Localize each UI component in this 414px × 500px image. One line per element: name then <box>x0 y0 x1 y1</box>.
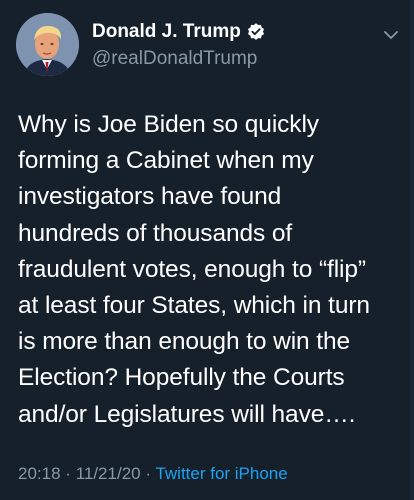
tweet-date: 11/21/20 <box>75 464 141 483</box>
author-name-text: Donald J. Trump <box>92 21 241 42</box>
verified-badge-icon <box>246 22 266 42</box>
tweet-source-link[interactable]: Twitter for iPhone <box>155 464 287 483</box>
tweet-text-line: and/or Legislatures will have…. <box>18 400 356 428</box>
author-handle[interactable]: @realDonaldTrump <box>92 48 257 70</box>
tweet-text-line: forming a Cabinet when my <box>18 147 314 175</box>
profile-photo-icon <box>16 13 79 76</box>
tweet-text-line: at least four States, which in turn <box>18 292 370 320</box>
tweet-text-line: Election? Hopefully the Courts <box>18 364 345 392</box>
scrollbar-track <box>410 0 414 500</box>
tweet-time: 20:18 <box>18 464 61 483</box>
meta-separator: · <box>65 464 71 483</box>
meta-separator: · <box>145 464 152 483</box>
tweet-metadata: 20:18 · 11/21/20 · Twitter for iPhone <box>18 464 288 484</box>
avatar[interactable] <box>16 13 79 76</box>
tweet-text-line: hundreds of thousands of <box>18 219 293 247</box>
author-display-name[interactable]: Donald J. Trump <box>92 21 266 43</box>
tweet-text-line: Why is Joe Biden so quickly <box>18 111 319 138</box>
tweet-text: Why is Joe Biden so quickly forming a Ca… <box>18 107 398 433</box>
tweet-text-line: fraudulent votes, enough to “flip” <box>18 255 366 283</box>
tweet-text-line: investigators have found <box>18 183 282 211</box>
tweet-text-line: is more than enough to win the <box>18 328 351 356</box>
chevron-down-icon[interactable] <box>383 27 399 43</box>
